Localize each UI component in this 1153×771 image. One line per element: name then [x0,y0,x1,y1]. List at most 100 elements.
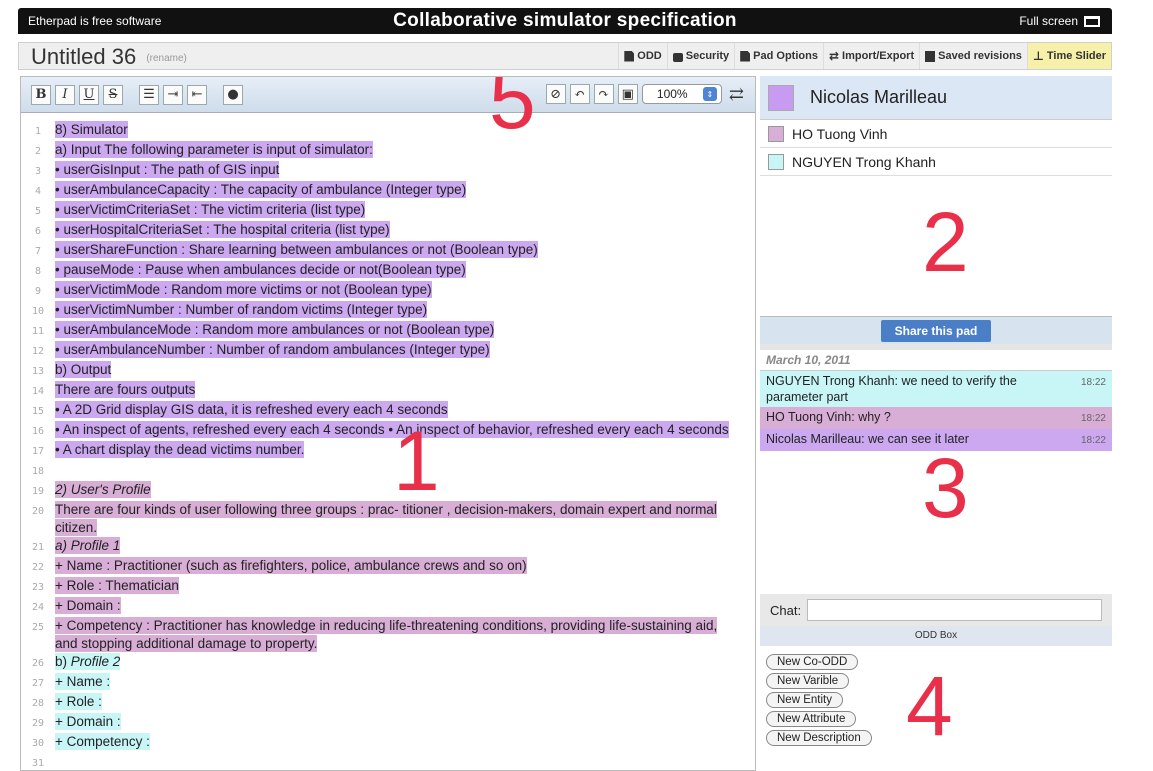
editor-line[interactable]: 31 [21,753,755,770]
undo-icon[interactable]: ↶ [569,84,590,104]
right-panel: Nicolas Marilleau HO Tuong Vinh NGUYEN T… [760,76,1112,771]
editor-line[interactable]: 17 • A chart display the dead victims num… [21,441,755,461]
time-slider-button[interactable]: ⊥ Time Slider [1026,43,1111,69]
user-color-swatch[interactable] [768,84,794,111]
bold-button[interactable]: B [31,84,51,105]
editor-line[interactable]: 5 • userVictimCriteriaSet : The victim cr… [21,201,755,221]
zoom-select[interactable]: 100% ⇕ [641,84,722,104]
authored-text: • userVictimMode : Random more victims o… [55,281,432,298]
line-number: 31 [31,758,45,769]
rename-link[interactable]: (rename) [146,53,187,64]
odd-label: ODD [637,50,662,62]
share-pad-button[interactable]: Share this pad [880,319,992,342]
editor-line[interactable]: 29 + Domain : [21,713,755,733]
line-number: 13 [31,366,45,377]
save-icon[interactable]: ▣ [617,84,638,104]
editor-line[interactable]: 20 There are four kinds of user following… [21,501,755,537]
line-text: • userHospitalCriteriaSet : The hospital… [55,221,755,241]
editor-line[interactable]: 11 • userAmbulanceMode : Random more ambu… [21,321,755,341]
line-text: b) Profile 2 [55,653,755,673]
user-row: NGUYEN Trong Khanh [760,148,1112,176]
authored-text: Profile 2 [70,653,121,670]
user-name: NGUYEN Trong Khanh [792,153,936,170]
editor-line[interactable]: 25 + Competency : Practitioner has knowle… [21,617,755,653]
chat-message: NGUYEN Trong Khanh: we need to verify th… [760,371,1112,407]
import-export-button[interactable]: ⇄ Import/Export [822,43,919,69]
editor-line[interactable]: 1 8) Simulator [21,121,755,141]
line-number: 28 [31,698,45,709]
security-button[interactable]: Security [666,43,734,69]
line-number: 15 [31,406,45,417]
line-number: 3 [34,166,42,177]
indent-icon[interactable]: ⇥ [163,84,183,105]
underline-button[interactable]: U [79,84,99,105]
document-icon [740,50,751,62]
authored-text: • userVictimCriteriaSet : The victim cri… [55,201,366,218]
editor-line[interactable]: 18 [21,461,755,481]
chat-message-time: 18:22 [1080,435,1106,446]
editor-line[interactable]: 13 b) Output [21,361,755,381]
chat-input-bar: Chat: [760,594,1112,626]
editor-line[interactable]: 28 + Role : [21,693,755,713]
outdent-icon[interactable]: ⇤ [187,84,207,105]
editor-line[interactable]: 10 • userVictimNumber : Number of random … [21,301,755,321]
editor-content[interactable]: 1 8) Simulator 2 a) Input The following par… [21,121,755,770]
editor-line[interactable]: 12 • userAmbulanceNumber : Number of rand… [21,341,755,361]
editor-line[interactable]: 21 a) Profile 1 [21,537,755,557]
annotation-1: 1 [393,414,440,508]
chat-messages: NGUYEN Trong Khanh: we need to verify th… [760,371,1112,451]
strikethrough-button[interactable]: S [103,84,123,105]
authored-text: • An inspect of agents, refreshed every … [55,421,729,438]
saved-revisions-button[interactable]: Saved revisions [919,43,1027,69]
editor-line[interactable]: 4 • userAmbulanceCapacity : The capacity … [21,181,755,201]
current-user[interactable]: Nicolas Marilleau [760,76,1112,120]
clear-authorship-icon[interactable]: ⊘ [545,84,566,104]
editor-line[interactable]: 26 b) Profile 2 [21,653,755,673]
editor-line[interactable]: 9 • userVictimMode : Random more victims … [21,281,755,301]
editor-line[interactable]: 15 • A 2D Grid display GIS data, it is re… [21,401,755,421]
apple-icon[interactable]: ● [223,84,243,105]
user-row: HO Tuong Vinh [760,120,1112,148]
user-color-swatch [768,125,784,142]
line-text: • userShareFunction : Share learning bet… [55,241,755,261]
swap-arrows-icon[interactable]: ⇄ [726,84,747,105]
italic-button[interactable]: I [55,84,75,105]
line-number: 19 [31,486,45,497]
odd-button[interactable]: ODD [618,43,666,69]
new-entity-button[interactable]: New Entity [766,692,843,708]
editor-line[interactable]: 6 • userHospitalCriteriaSet : The hospita… [21,221,755,241]
new-description-button[interactable]: New Description [766,730,872,746]
new-co-odd-button[interactable]: New Co-ODD [766,654,859,670]
new-variable-button[interactable]: New Varible [766,673,850,689]
line-number: 14 [31,386,45,397]
security-label: Security [685,50,730,62]
editor-line[interactable]: 27 + Name : [21,673,755,693]
editor-line[interactable]: 16 • An inspect of agents, refreshed ever… [21,421,755,441]
editor-line[interactable]: 7 • userShareFunction : Share learning be… [21,241,755,261]
bullet-list-icon[interactable]: ☰ [139,84,159,105]
pad-options-label: Pad Options [753,50,818,62]
authored-text: • userAmbulanceCapacity : The capacity o… [55,181,467,198]
line-text: + Domain : [55,597,755,617]
fullscreen-button[interactable]: Full screen [1019,14,1100,28]
pad-options-button[interactable]: Pad Options [734,43,823,69]
redo-icon[interactable]: ↷ [593,84,614,104]
editor-line[interactable]: 24 + Domain : [21,597,755,617]
user-list: HO Tuong Vinh NGUYEN Trong Khanh 2 [760,120,1112,316]
editor-line[interactable]: 2 a) Input The following parameter is inp… [21,141,755,161]
editor-line[interactable]: 19 2) User's Profile [21,481,755,501]
editor-line[interactable]: 14 There are fours outputs [21,381,755,401]
editor-line[interactable]: 22 + Name : Practitioner (such as firefig… [21,557,755,577]
authored-text: There are four kinds of user following t… [55,501,717,536]
editor-line[interactable]: 30 + Competency : [21,733,755,753]
line-text: + Role : [55,693,755,713]
editor-line[interactable]: 8 • pauseMode : Pause when ambulances dec… [21,261,755,281]
editor-line[interactable]: 23 + Role : Thematician [21,577,755,597]
authored-text: 8) Simulator [55,121,128,138]
new-attribute-button[interactable]: New Attribute [766,711,857,727]
current-user-name[interactable]: Nicolas Marilleau [810,87,947,108]
editor-line[interactable]: 3 • userGisInput : The path of GIS input [21,161,755,181]
chat-message-text: HO Tuong Vinh: why ? [766,410,891,424]
chat-input[interactable] [807,599,1102,621]
fullscreen-label: Full screen [1019,14,1078,28]
